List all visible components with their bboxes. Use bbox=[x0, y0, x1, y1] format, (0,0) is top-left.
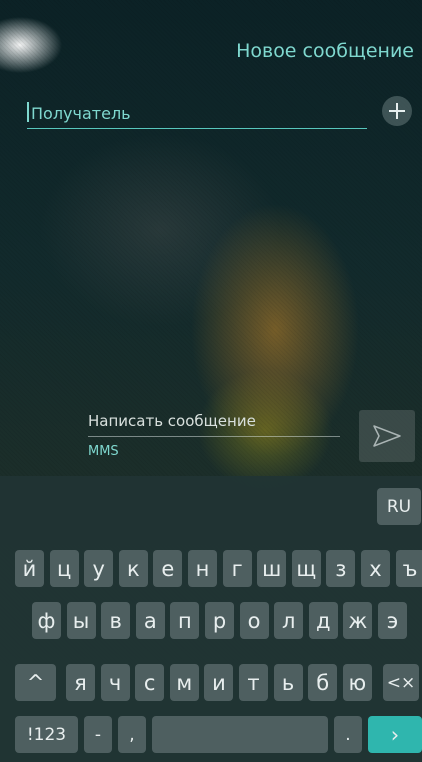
key-ы[interactable]: ы bbox=[66, 602, 96, 639]
key-к[interactable]: к bbox=[118, 550, 148, 587]
send-button[interactable] bbox=[359, 410, 415, 462]
key-ш[interactable]: ш bbox=[257, 550, 287, 587]
shift-key[interactable]: ^ bbox=[15, 664, 56, 701]
comma-key[interactable]: , bbox=[118, 716, 146, 753]
key-а[interactable]: а bbox=[135, 602, 165, 639]
key-ъ[interactable]: ъ bbox=[395, 550, 422, 587]
key-в[interactable]: в bbox=[101, 602, 131, 639]
key-й[interactable]: й bbox=[15, 550, 44, 587]
key-ч[interactable]: ч bbox=[100, 664, 130, 701]
key-х[interactable]: х bbox=[361, 550, 390, 587]
key-е[interactable]: е bbox=[153, 550, 183, 587]
key-о[interactable]: о bbox=[239, 602, 269, 639]
period-key[interactable]: . bbox=[334, 716, 362, 753]
key-з[interactable]: з bbox=[326, 550, 356, 587]
key-у[interactable]: у bbox=[84, 550, 114, 587]
dash-key[interactable]: - bbox=[84, 716, 112, 753]
key-м[interactable]: м bbox=[169, 664, 199, 701]
compose-field-container bbox=[88, 406, 340, 437]
keyboard: RU йцукенгшщзхъ фывапролджэ ячсмитьбю ^ … bbox=[0, 476, 422, 762]
key-н[interactable]: н bbox=[188, 550, 217, 587]
message-input[interactable] bbox=[88, 406, 340, 437]
key-т[interactable]: т bbox=[239, 664, 268, 701]
key-г[interactable]: г bbox=[222, 550, 252, 587]
key-я[interactable]: я bbox=[66, 664, 95, 701]
key-п[interactable]: п bbox=[170, 602, 200, 639]
enter-key[interactable]: › bbox=[368, 716, 422, 753]
language-key[interactable]: RU bbox=[377, 488, 421, 525]
key-р[interactable]: р bbox=[205, 602, 234, 639]
recipient-field-container bbox=[27, 98, 371, 129]
text-cursor bbox=[27, 102, 29, 122]
key-щ[interactable]: щ bbox=[291, 550, 321, 587]
key-ж[interactable]: ж bbox=[343, 602, 373, 639]
space-key[interactable] bbox=[152, 716, 328, 753]
recipient-input[interactable] bbox=[27, 98, 371, 128]
key-д[interactable]: д bbox=[308, 602, 338, 639]
key-ф[interactable]: ф bbox=[32, 602, 61, 639]
key-э[interactable]: э bbox=[378, 602, 407, 639]
numbers-key[interactable]: !123 bbox=[15, 716, 78, 753]
key-б[interactable]: б bbox=[308, 664, 338, 701]
key-л[interactable]: л bbox=[274, 602, 304, 639]
backspace-key[interactable]: <× bbox=[383, 664, 419, 701]
key-ц[interactable]: ц bbox=[49, 550, 79, 587]
add-contact-button[interactable] bbox=[382, 96, 412, 126]
send-icon bbox=[373, 425, 401, 447]
key-и[interactable]: и bbox=[204, 664, 234, 701]
key-ь[interactable]: ь bbox=[273, 664, 303, 701]
screen: Новое сообщение MMS RU йцукенгшщзхъ фыва… bbox=[0, 0, 422, 762]
key-ю[interactable]: ю bbox=[342, 664, 372, 701]
key-с[interactable]: с bbox=[135, 664, 165, 701]
mms-indicator: MMS bbox=[88, 444, 119, 459]
page-title: Новое сообщение bbox=[236, 40, 414, 62]
